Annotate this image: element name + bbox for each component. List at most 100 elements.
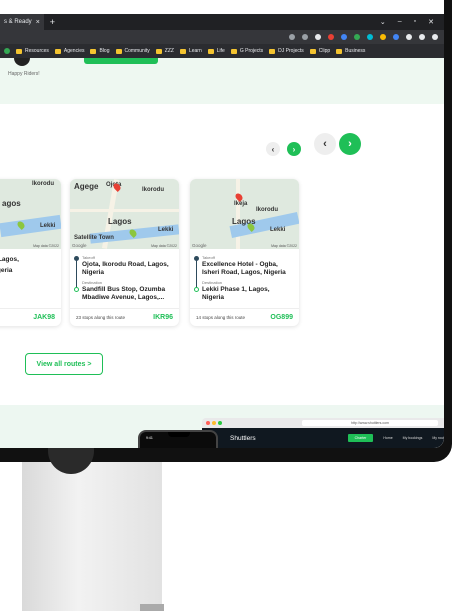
- map-label: Ikeja: [234, 201, 248, 207]
- google-logo: Google: [72, 243, 87, 248]
- route-map: Ikeja Ikorodu Lagos Lekki Google Map dat…: [190, 179, 299, 249]
- destination-tag: Destination: [82, 280, 103, 285]
- folder-icon: [179, 48, 186, 54]
- extension-cyan-icon[interactable]: [367, 34, 373, 40]
- new-tab-button[interactable]: +: [50, 17, 55, 27]
- close-window-icon[interactable]: ✕: [428, 18, 434, 26]
- route-card[interactable]: Agege Ojota Ikorodu Lagos Satellite Town…: [70, 179, 179, 326]
- route-card[interactable]: Ikeja Ikorodu Lagos Lekki Google Map dat…: [190, 179, 299, 326]
- minimize-icon[interactable]: –: [398, 18, 402, 26]
- extension-blue2-icon[interactable]: [393, 34, 399, 40]
- bookmark-life[interactable]: Life: [207, 48, 225, 54]
- tab-close-icon[interactable]: ×: [36, 19, 40, 26]
- map-label: Lekki: [270, 227, 286, 233]
- takeoff-tag: Takeoff: [82, 255, 95, 260]
- browser-toolbar: [0, 30, 444, 44]
- folder-icon: [90, 48, 97, 54]
- map-label: Ikorodu: [32, 181, 54, 187]
- stops-count: 23 stops along this route: [76, 315, 126, 320]
- destination-location: , Lagos, Nigeria: [0, 267, 13, 274]
- star-icon[interactable]: [315, 34, 321, 40]
- bookmark-g-projects[interactable]: G Projects: [230, 48, 263, 54]
- avatar: [14, 58, 30, 66]
- bookmark-resources[interactable]: Resources: [16, 48, 49, 54]
- card-footer: oute JAK98: [0, 308, 61, 326]
- card-footer: 23 stops along this route IKR96: [70, 308, 179, 326]
- mini-browser-toolbar: http://www.shuttlers.com: [202, 418, 444, 428]
- bookmark-zzz[interactable]: ZZZ: [155, 48, 174, 54]
- mini-browser-preview: http://www.shuttlers.com Shuttlers Chart…: [202, 418, 444, 448]
- tab-search-icon[interactable]: ⌄: [380, 18, 386, 26]
- browser-tab-bar: s & Ready × + ⌄ – ▫ ✕: [0, 14, 444, 30]
- maximize-icon[interactable]: ▫: [414, 18, 416, 26]
- takeoff-dot-icon: [194, 256, 199, 261]
- map-label: Ikorodu: [142, 187, 164, 193]
- browser-tab[interactable]: s & Ready ×: [0, 14, 44, 30]
- destination-location: Lekki Phase 1, Lagos, Nigeria: [202, 286, 270, 301]
- map-road: [236, 179, 240, 249]
- primary-button[interactable]: [84, 58, 158, 64]
- shuttlers-logo: Shuttlers: [230, 434, 256, 442]
- takeoff-location: Ojota, Ikorodu Road, Lagos, Nigeria: [82, 261, 169, 276]
- mini-nav-routes: My rout: [432, 436, 444, 440]
- folder-icon: [269, 48, 276, 54]
- bookmark-clipp[interactable]: Clipp: [309, 48, 330, 54]
- happy-riders-caption: Happy Riders!: [8, 71, 40, 77]
- destination-location: Sandfill Bus Stop, Ozumba Mbadiwe Avenue…: [82, 286, 166, 301]
- map-data: Map data ©2022: [151, 244, 177, 248]
- bookmark-community[interactable]: Community: [115, 48, 150, 54]
- bookmark-site-icon[interactable]: [4, 48, 10, 54]
- carousel-prev-button[interactable]: ‹: [266, 142, 280, 156]
- google-logo: Google: [192, 243, 207, 248]
- route-map: Ikorodu agos Lekki Map data ©2022: [0, 179, 61, 249]
- extension-green-icon[interactable]: [354, 34, 360, 40]
- destination-dot-icon: [194, 287, 199, 292]
- map-label: Satellite Town: [74, 235, 114, 241]
- route-info: Takeoff Ojota, Ikorodu Road, Lagos, Nige…: [70, 249, 179, 302]
- monitor-stand: [22, 462, 162, 611]
- puzzle-icon[interactable]: [406, 34, 412, 40]
- carousel-next-button[interactable]: ›: [287, 142, 301, 156]
- route-card[interactable]: Ikorodu agos Lekki Map data ©2022 Bus St…: [0, 179, 61, 326]
- destination-tag: Destination: [202, 280, 223, 285]
- map-label: Lagos: [108, 217, 132, 226]
- stops-count: 14 stops along this route: [196, 315, 246, 320]
- mini-close-icon: [206, 421, 210, 425]
- map-label: Lekki: [40, 223, 56, 229]
- map-data: Map data ©2022: [33, 244, 59, 248]
- phone-notch: [168, 432, 190, 437]
- mini-url-field: http://www.shuttlers.com: [302, 420, 438, 426]
- mini-minimize-icon: [212, 421, 216, 425]
- carousel-next-large-button[interactable]: ›: [339, 133, 361, 155]
- folder-icon: [336, 48, 343, 54]
- takeoff-tag: Takeoff: [202, 255, 215, 260]
- extension-yellow-icon[interactable]: [380, 34, 386, 40]
- extension-red-icon[interactable]: [328, 34, 334, 40]
- monitor-screen: s & Ready × + ⌄ – ▫ ✕ Resources Agencies…: [0, 0, 444, 448]
- folder-icon: [207, 48, 214, 54]
- view-all-routes-button[interactable]: View all routes >: [25, 353, 103, 375]
- phone-mockup: 9:41: [138, 430, 218, 448]
- profile-icon[interactable]: [419, 34, 425, 40]
- route-code: OG899: [270, 314, 293, 321]
- route-map: Agege Ojota Ikorodu Lagos Satellite Town…: [70, 179, 179, 249]
- map-road: [70, 209, 179, 212]
- window-controls: ⌄ – ▫ ✕: [380, 18, 444, 26]
- folder-icon: [54, 48, 61, 54]
- charter-button: Charter: [347, 434, 374, 442]
- password-key-icon[interactable]: [289, 34, 295, 40]
- menu-icon[interactable]: [432, 34, 438, 40]
- bookmark-learn[interactable]: Learn: [179, 48, 202, 54]
- bookmark-business[interactable]: Business: [336, 48, 365, 54]
- photo-stage: s & Ready × + ⌄ – ▫ ✕ Resources Agencies…: [0, 0, 465, 611]
- phone-time: 9:41: [146, 436, 153, 440]
- bookmark-blog[interactable]: Blog: [90, 48, 110, 54]
- share-icon[interactable]: [302, 34, 308, 40]
- extension-blue-icon[interactable]: [341, 34, 347, 40]
- bookmark-agencies[interactable]: Agencies: [54, 48, 84, 54]
- bookmark-dj-projects[interactable]: DJ Projects: [269, 48, 304, 54]
- route-code: IKR96: [153, 314, 173, 321]
- carousel-prev-large-button[interactable]: ‹: [314, 133, 336, 155]
- folder-icon: [155, 48, 162, 54]
- folder-icon: [309, 48, 316, 54]
